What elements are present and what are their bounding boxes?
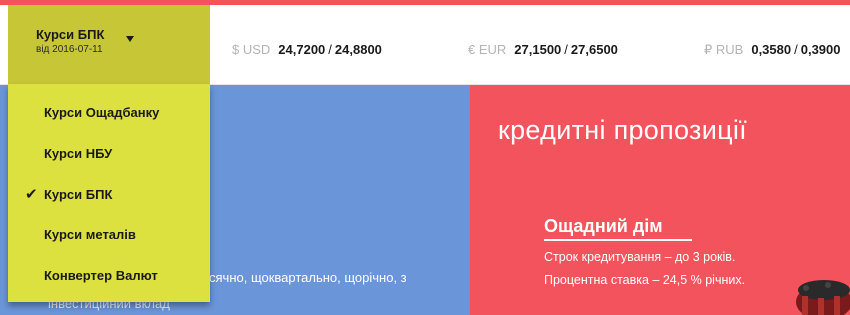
deposit-description: сячно, щоквартально, щорічно, з <box>209 270 407 285</box>
dropdown-item-label: Курси Ощадбанку <box>44 105 160 120</box>
currency-label: ₽ RUB <box>704 42 744 57</box>
rates-source-dropdown: Курси Ощадбанку Курси НБУ ✔ Курси БПК Ку… <box>8 84 210 302</box>
rate-eur: € EUR 27,1500/27,6500 <box>468 42 618 57</box>
offer-term: Строк кредитування – до 3 років. <box>544 250 736 264</box>
dropdown-item-label: Курси БПК <box>44 187 113 202</box>
sell-rate: 0,3900 <box>800 42 841 57</box>
sell-rate: 24,8800 <box>334 42 382 57</box>
decorative-illustration <box>796 280 850 315</box>
rate-separator: / <box>328 42 332 57</box>
buy-rate: 27,1500 <box>514 42 562 57</box>
currency-label: € EUR <box>468 42 507 57</box>
offer-rate: Процентна ставка – 24,5 % річних. <box>544 273 746 287</box>
selector-date: від 2016-07-11 <box>36 44 103 55</box>
credit-offers-title: кредитні пропозиції <box>498 115 747 145</box>
offer-title-link[interactable]: Ощадний дім <box>544 216 663 237</box>
dropdown-item-nbu[interactable]: Курси НБУ <box>8 137 210 171</box>
selector-label: Курси БПК <box>36 27 105 42</box>
rate-rub: ₽ RUB 0,3580/0,3900 <box>704 42 841 58</box>
caret-down-icon <box>126 36 134 42</box>
dropdown-item-metals[interactable]: Курси металів <box>8 218 210 252</box>
dropdown-item-label: Курси металів <box>44 227 136 242</box>
dropdown-item-label: Курси НБУ <box>44 146 113 161</box>
rate-separator: / <box>564 42 568 57</box>
rate-usd: $ USD 24,7200/24,8800 <box>232 42 382 57</box>
dropdown-item-bpk[interactable]: ✔ Курси БПК <box>8 178 210 212</box>
offer-title-underline <box>544 239 692 241</box>
dropdown-item-converter[interactable]: Конвертер Валют <box>8 259 210 293</box>
rates-source-selector[interactable]: Курси БПК від 2016-07-11 <box>8 5 210 84</box>
dropdown-item-label: Конвертер Валют <box>44 268 158 283</box>
dropdown-item-oschadbank[interactable]: Курси Ощадбанку <box>8 96 210 130</box>
buy-rate: 0,3580 <box>751 42 792 57</box>
buy-rate: 24,7200 <box>278 42 326 57</box>
checkmark-icon: ✔ <box>25 186 38 203</box>
sell-rate: 27,6500 <box>570 42 618 57</box>
rate-separator: / <box>794 42 798 57</box>
currency-label: $ USD <box>232 42 271 57</box>
